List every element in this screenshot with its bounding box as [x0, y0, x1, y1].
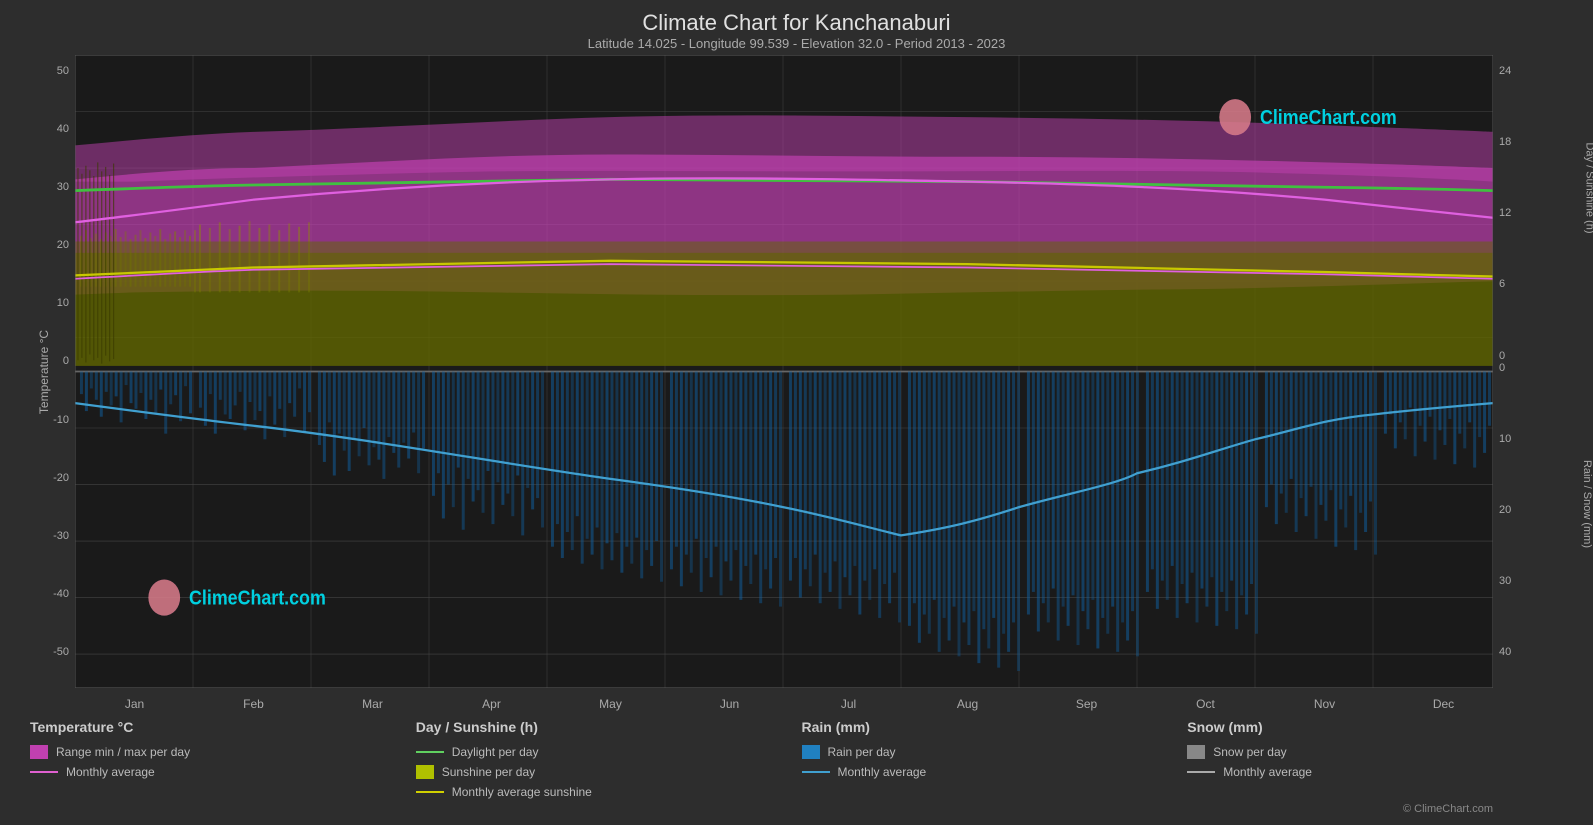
- subtitle: Latitude 14.025 - Longitude 99.539 - Ele…: [20, 36, 1573, 51]
- svg-text:ClimeChart.com: ClimeChart.com: [1260, 107, 1397, 129]
- chart-area: ClimeChart.com ClimeChart.com: [75, 55, 1493, 688]
- x-tick-jun: Jun: [670, 697, 789, 711]
- chart-container: Temperature °C 50 40 30 20 10 0 -10 -20 …: [20, 55, 1573, 688]
- legend-label-sunshine: Sunshine per day: [442, 765, 535, 779]
- y-right-tick-24: 24: [1499, 65, 1573, 77]
- legend-line-rain-avg: [802, 771, 830, 773]
- legend-swatch-sunshine: [416, 765, 434, 779]
- legend-item-snow-avg: Monthly average: [1187, 765, 1573, 779]
- y-right-rain-0: 0: [1499, 362, 1573, 374]
- legend-col-sunshine: Day / Sunshine (h) Daylight per day Suns…: [416, 719, 802, 799]
- legend-line-daylight: [416, 751, 444, 753]
- x-tick-oct: Oct: [1146, 697, 1265, 711]
- legend-item-sunshine: Sunshine per day: [416, 765, 802, 779]
- x-tick-mar: Mar: [313, 697, 432, 711]
- x-tick-may: May: [551, 697, 670, 711]
- x-tick-aug: Aug: [908, 697, 1027, 711]
- legend-swatch-snow-day: [1187, 745, 1205, 759]
- legend-title-snow: Snow (mm): [1187, 719, 1573, 735]
- legend-swatch-temp-range: [30, 745, 48, 759]
- legend-line-sunshine-avg: [416, 791, 444, 793]
- y-right-tick-18: 18: [1499, 136, 1573, 148]
- legend-line-snow-avg: [1187, 771, 1215, 773]
- y-axis-left-label: Temperature °C: [37, 329, 51, 413]
- legend-section: Temperature °C Range min / max per day M…: [20, 719, 1573, 799]
- legend-item-rain-avg: Monthly average: [802, 765, 1188, 779]
- x-axis: Jan Feb Mar Apr May Jun Jul Aug Sep Oct …: [75, 693, 1503, 711]
- legend-col-snow: Snow (mm) Snow per day Monthly average: [1187, 719, 1573, 799]
- y-axis-left: Temperature °C 50 40 30 20 10 0 -10 -20 …: [20, 55, 75, 688]
- legend-item-sunshine-avg: Monthly average sunshine: [416, 785, 802, 799]
- legend-title-temperature: Temperature °C: [30, 719, 416, 735]
- legend-label-snow-avg: Monthly average: [1223, 765, 1312, 779]
- legend-swatch-rain-day: [802, 745, 820, 759]
- x-tick-apr: Apr: [432, 697, 551, 711]
- legend-item-daylight: Daylight per day: [416, 745, 802, 759]
- page-wrapper: Climate Chart for Kanchanaburi Latitude …: [0, 0, 1593, 825]
- x-tick-nov: Nov: [1265, 697, 1384, 711]
- svg-text:ClimeChart.com: ClimeChart.com: [189, 587, 326, 609]
- x-tick-dec: Dec: [1384, 697, 1503, 711]
- legend-label-snow-day: Snow per day: [1213, 745, 1286, 759]
- x-tick-jan: Jan: [75, 697, 194, 711]
- y-right-tick-12: 12: [1499, 207, 1573, 219]
- legend-label-temp-range: Range min / max per day: [56, 745, 190, 759]
- y-right-rain-20: 20: [1499, 504, 1573, 516]
- copyright: © ClimeChart.com: [20, 803, 1493, 815]
- legend-item-rain-day: Rain per day: [802, 745, 1188, 759]
- legend-item-temp-range: Range min / max per day: [30, 745, 416, 759]
- y-right-top-label: Day / Sunshine (h): [1583, 142, 1593, 233]
- legend-item-temp-avg: Monthly average: [30, 765, 416, 779]
- legend-title-rain: Rain (mm): [802, 719, 1188, 735]
- legend-label-temp-avg: Monthly average: [66, 765, 155, 779]
- legend-label-rain-avg: Monthly average: [838, 765, 927, 779]
- y-right-rain-10: 10: [1499, 433, 1573, 445]
- legend-line-temp-avg: [30, 771, 58, 773]
- chart-svg: ClimeChart.com ClimeChart.com: [75, 55, 1493, 688]
- legend-col-temperature: Temperature °C Range min / max per day M…: [30, 719, 416, 799]
- title-section: Climate Chart for Kanchanaburi Latitude …: [20, 10, 1573, 51]
- y-right-rain-30: 30: [1499, 575, 1573, 587]
- y-right-bottom-label: Rain / Snow (mm): [1581, 460, 1593, 548]
- legend-col-rain: Rain (mm) Rain per day Monthly average: [802, 719, 1188, 799]
- main-title: Climate Chart for Kanchanaburi: [20, 10, 1573, 36]
- y-right-tick-6: 6: [1499, 278, 1573, 290]
- y-right-rain-40: 40: [1499, 646, 1573, 658]
- legend-title-sunshine: Day / Sunshine (h): [416, 719, 802, 735]
- legend-item-snow-day: Snow per day: [1187, 745, 1573, 759]
- legend-label-sunshine-avg: Monthly average sunshine: [452, 785, 592, 799]
- legend-label-daylight: Daylight per day: [452, 745, 539, 759]
- x-tick-sep: Sep: [1027, 697, 1146, 711]
- x-tick-jul: Jul: [789, 697, 908, 711]
- legend-label-rain-day: Rain per day: [828, 745, 896, 759]
- y-right-tick-0: 0: [1499, 350, 1573, 362]
- x-tick-feb: Feb: [194, 697, 313, 711]
